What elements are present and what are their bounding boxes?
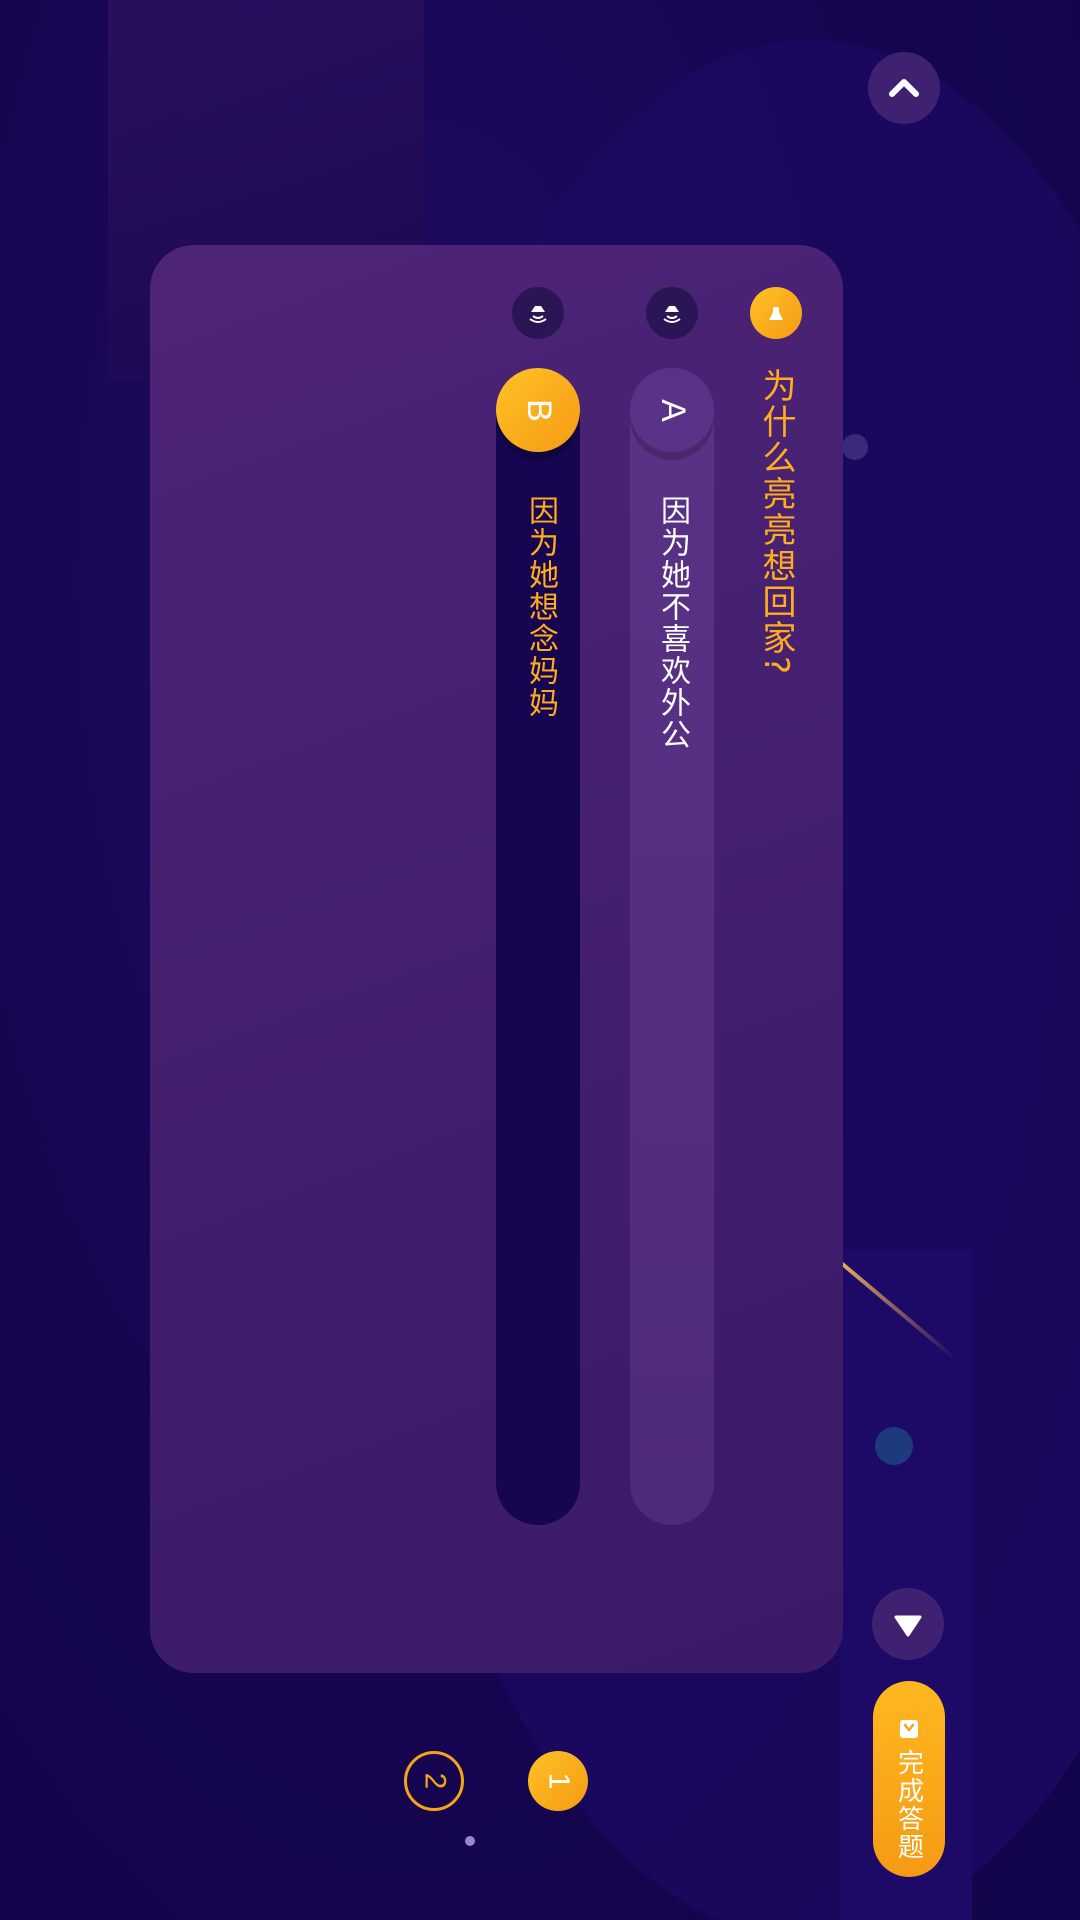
option-a-audio-button[interactable]	[646, 287, 698, 339]
option-b-badge[interactable]: B	[496, 368, 580, 452]
finish-answer-label: 完成答题	[893, 1749, 924, 1861]
option-b-letter: B	[519, 398, 558, 422]
page-1-number: 1	[542, 1772, 575, 1790]
page-1-button[interactable]: 1	[528, 1751, 588, 1811]
chevron-up-icon	[889, 79, 919, 97]
background-streak	[838, 1260, 957, 1360]
quiz-screen: 为什么亮亮想回家? A 因为她不喜欢外公 B 因为她想念妈妈 完成答题 1 2	[0, 0, 1080, 1920]
finish-answer-button[interactable]: 完成答题	[873, 1681, 945, 1877]
option-b-text: 因为她想念妈妈	[523, 495, 558, 719]
page-2-number: 2	[418, 1772, 451, 1790]
speaker-icon	[769, 307, 783, 320]
speaker-icon	[529, 306, 547, 323]
background-dot	[842, 434, 868, 460]
check-document-icon	[900, 1720, 918, 1738]
expand-button[interactable]	[872, 1588, 944, 1660]
triangle-down-icon	[894, 1615, 922, 1637]
question-text: 为什么亮亮想回家?	[756, 368, 796, 677]
option-a-badge[interactable]: A	[630, 368, 714, 452]
option-a-text: 因为她不喜欢外公	[655, 495, 690, 751]
background-dot	[875, 1427, 913, 1465]
collapse-button[interactable]	[868, 52, 940, 124]
speaker-icon	[663, 306, 681, 323]
page-2-button[interactable]: 2	[404, 1751, 464, 1811]
option-b-audio-button[interactable]	[512, 287, 564, 339]
page-indicator-dot	[465, 1836, 475, 1846]
option-a-letter: A	[653, 398, 692, 422]
question-audio-button[interactable]	[750, 287, 802, 339]
